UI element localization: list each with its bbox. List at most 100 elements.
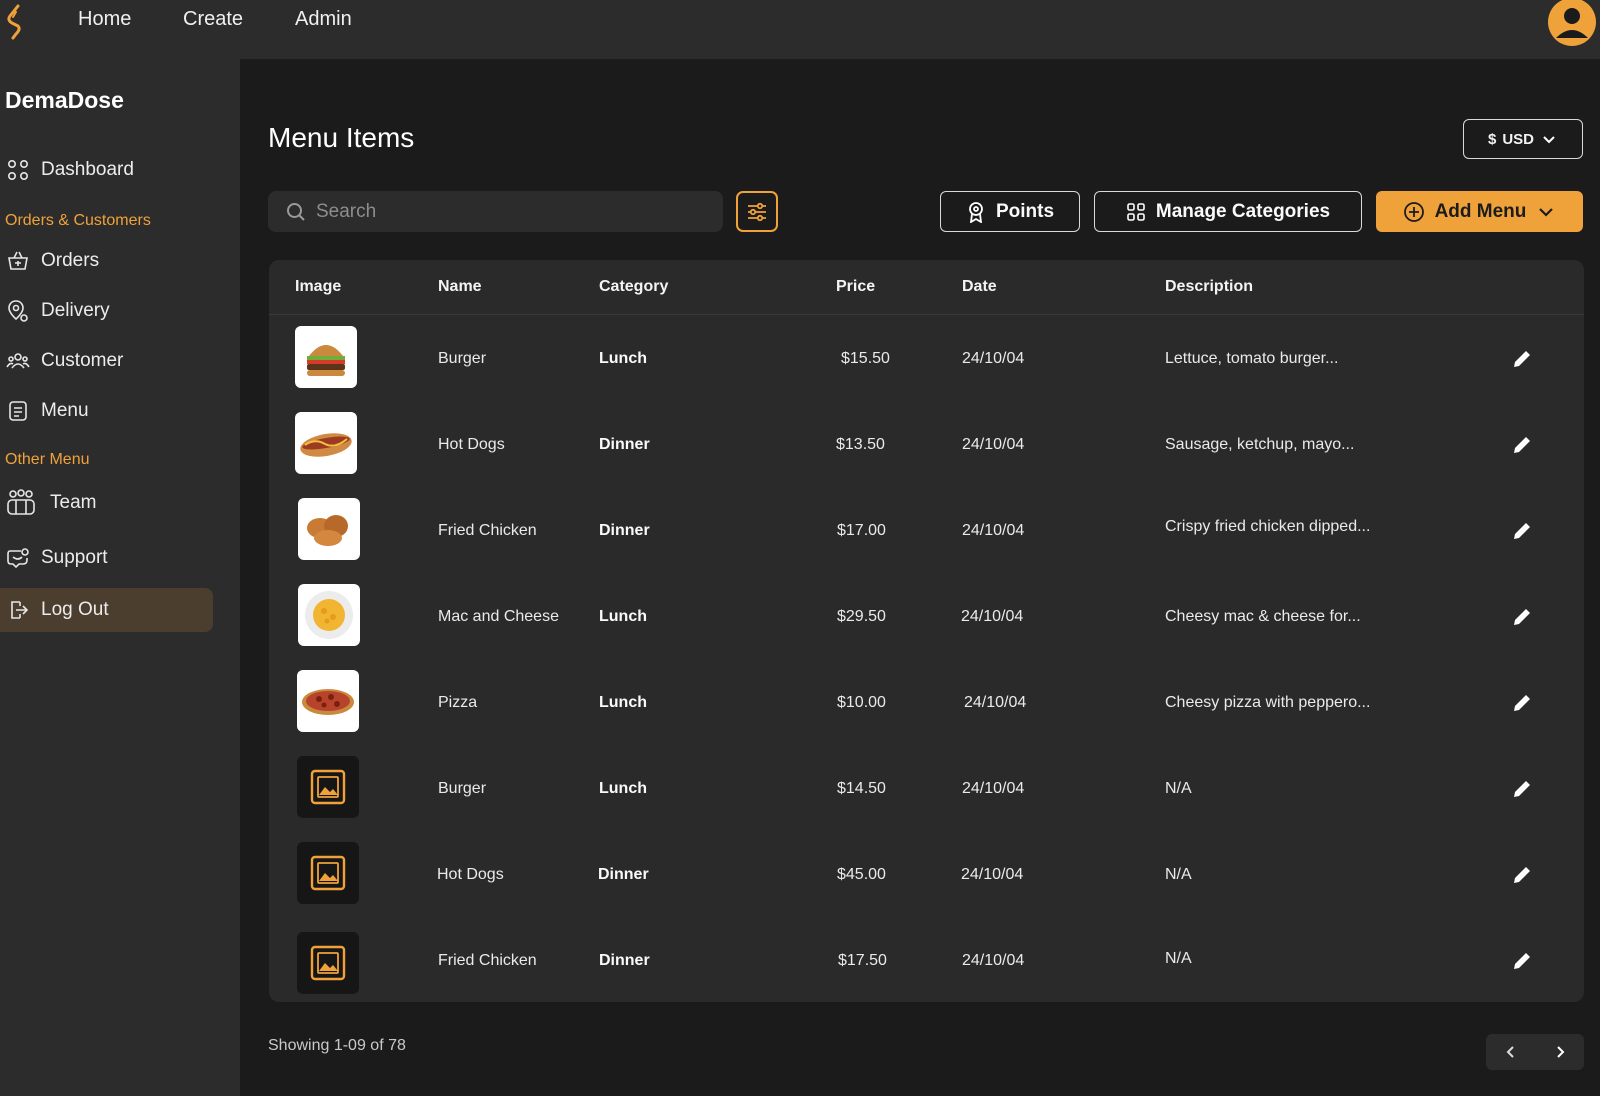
page-title: Menu Items <box>268 122 415 153</box>
sidebar-item-label: Menu <box>41 400 89 421</box>
manage-categories-label: Manage Categories <box>1155 200 1331 222</box>
sidebar-item-logout[interactable]: Log Out <box>0 588 213 632</box>
edit-pencil-icon[interactable] <box>1511 864 1533 886</box>
table-row[interactable]: Fried Chicken Dinner $17.50 24/10/04 N/A <box>269 922 1584 1002</box>
item-category: Dinner <box>598 866 649 883</box>
item-category: Lunch <box>599 694 647 711</box>
chevron-down-icon <box>1539 207 1554 217</box>
item-description: Sausage, ketchup, mayo... <box>1165 436 1355 453</box>
item-date: 24/10/04 <box>962 780 1025 797</box>
sidebar-item-dashboard[interactable]: Dashboard <box>0 148 213 192</box>
item-date: 24/10/04 <box>962 952 1025 969</box>
sidebar-item-label: Orders <box>41 250 100 271</box>
edit-pencil-icon[interactable] <box>1511 434 1533 456</box>
search-input[interactable] <box>316 200 696 223</box>
sidebar-item-label: Dashboard <box>41 159 134 180</box>
table-row[interactable]: Burger Lunch $14.50 24/10/04 N/A <box>269 750 1584 836</box>
sidebar-item-team[interactable]: Team <box>0 481 213 525</box>
sliders-icon <box>748 202 766 221</box>
sidebar-item-label: Support <box>41 547 108 568</box>
app-logo-icon[interactable] <box>4 4 28 40</box>
edit-pencil-icon[interactable] <box>1511 692 1533 714</box>
item-name: Hot Dogs <box>437 866 504 883</box>
column-header-price[interactable]: Price <box>836 278 875 296</box>
item-price: $10.00 <box>837 694 886 711</box>
topnav-admin[interactable]: Admin <box>295 8 352 31</box>
item-category: Dinner <box>599 522 650 539</box>
award-icon <box>969 201 983 223</box>
sidebar-item-label: Customer <box>41 350 124 371</box>
item-price: $29.50 <box>837 608 886 625</box>
item-description: N/A <box>1165 866 1192 883</box>
sidebar-item-delivery[interactable]: Delivery <box>0 289 213 333</box>
table-row[interactable]: Hot Dogs Dinner $45.00 24/10/04 N/A <box>269 836 1584 922</box>
manage-categories-button[interactable]: Manage Categories <box>1094 191 1362 232</box>
plus-circle-icon <box>1403 201 1424 222</box>
chevron-right-icon <box>1556 1046 1564 1058</box>
sidebar-item-menu[interactable]: Menu <box>0 389 213 433</box>
item-category: Lunch <box>599 350 647 367</box>
top-bar: Home Create Admin <box>0 0 1600 59</box>
edit-pencil-icon[interactable] <box>1511 520 1533 542</box>
team-icon <box>7 489 35 515</box>
users-icon <box>6 353 30 369</box>
item-price: $17.50 <box>838 952 887 969</box>
item-date: 24/10/04 <box>962 350 1025 367</box>
sidebar: DemaDose Dashboard Orders & Customers Or… <box>0 59 240 1096</box>
topnav-create[interactable]: Create <box>183 8 243 31</box>
topnav-home[interactable]: Home <box>78 8 131 31</box>
pagination <box>1486 1034 1584 1070</box>
next-page-button[interactable] <box>1535 1034 1584 1070</box>
column-header-image[interactable]: Image <box>295 278 341 296</box>
sidebar-item-label: Log Out <box>41 599 109 620</box>
item-name: Burger <box>438 780 487 797</box>
table-row[interactable]: Pizza Lunch $10.00 24/10/04 Cheesy pizza… <box>269 664 1584 750</box>
item-name: Fried Chicken <box>438 522 537 539</box>
menu-items-table: Image Name Category Price Date Descripti… <box>269 260 1584 1002</box>
item-price: $45.00 <box>837 866 886 883</box>
sidebar-item-customer[interactable]: Customer <box>0 339 213 383</box>
column-header-category[interactable]: Category <box>599 278 668 296</box>
item-description: N/A <box>1165 950 1192 967</box>
add-menu-button[interactable]: Add Menu <box>1376 191 1583 232</box>
column-header-description[interactable]: Description <box>1165 278 1253 296</box>
points-button[interactable]: Points <box>940 191 1080 232</box>
edit-pencil-icon[interactable] <box>1511 348 1533 370</box>
grid-icon <box>7 159 29 181</box>
search-box[interactable] <box>268 191 723 232</box>
points-label: Points <box>995 200 1055 222</box>
column-header-name[interactable]: Name <box>438 278 482 296</box>
image-placeholder-icon <box>297 756 359 818</box>
column-header-date[interactable]: Date <box>962 278 997 296</box>
edit-pencil-icon[interactable] <box>1511 606 1533 628</box>
item-date: 24/10/04 <box>964 694 1027 711</box>
filter-button[interactable] <box>736 191 778 232</box>
edit-pencil-icon[interactable] <box>1511 778 1533 800</box>
document-icon <box>9 401 27 421</box>
item-name: Burger <box>438 350 487 367</box>
user-avatar-icon[interactable] <box>1548 0 1596 46</box>
edit-pencil-icon[interactable] <box>1511 950 1533 972</box>
image-placeholder-icon <box>297 842 359 904</box>
pagination-summary: Showing 1-09 of 78 <box>268 1037 406 1054</box>
sidebar-item-orders[interactable]: Orders <box>0 239 213 283</box>
item-name: Mac and Cheese <box>438 608 559 625</box>
item-description: N/A <box>1165 780 1192 797</box>
table-row[interactable]: Mac and Cheese Lunch $29.50 24/10/04 Che… <box>269 578 1584 664</box>
item-description: Cheesy mac & cheese for... <box>1165 608 1361 625</box>
item-price: $17.00 <box>837 522 886 539</box>
sidebar-item-support[interactable]: Support <box>0 536 213 580</box>
item-price: $13.50 <box>836 436 885 453</box>
table-row[interactable]: Fried Chicken Dinner $17.00 24/10/04 Cri… <box>269 492 1584 578</box>
basket-icon <box>8 251 28 270</box>
table-row[interactable]: Burger Lunch $15.50 24/10/04 Lettuce, to… <box>269 320 1584 406</box>
burger-image <box>295 326 357 388</box>
item-date: 24/10/04 <box>962 436 1025 453</box>
fried-chicken-image <box>298 498 360 560</box>
currency-select[interactable]: $ USD <box>1463 119 1583 159</box>
image-placeholder-icon <box>297 932 359 994</box>
table-row[interactable]: Hot Dogs Dinner $13.50 24/10/04 Sausage,… <box>269 406 1584 492</box>
hotdog-image <box>295 412 357 474</box>
item-description: Lettuce, tomato burger... <box>1165 350 1339 367</box>
previous-page-button[interactable] <box>1486 1034 1535 1070</box>
